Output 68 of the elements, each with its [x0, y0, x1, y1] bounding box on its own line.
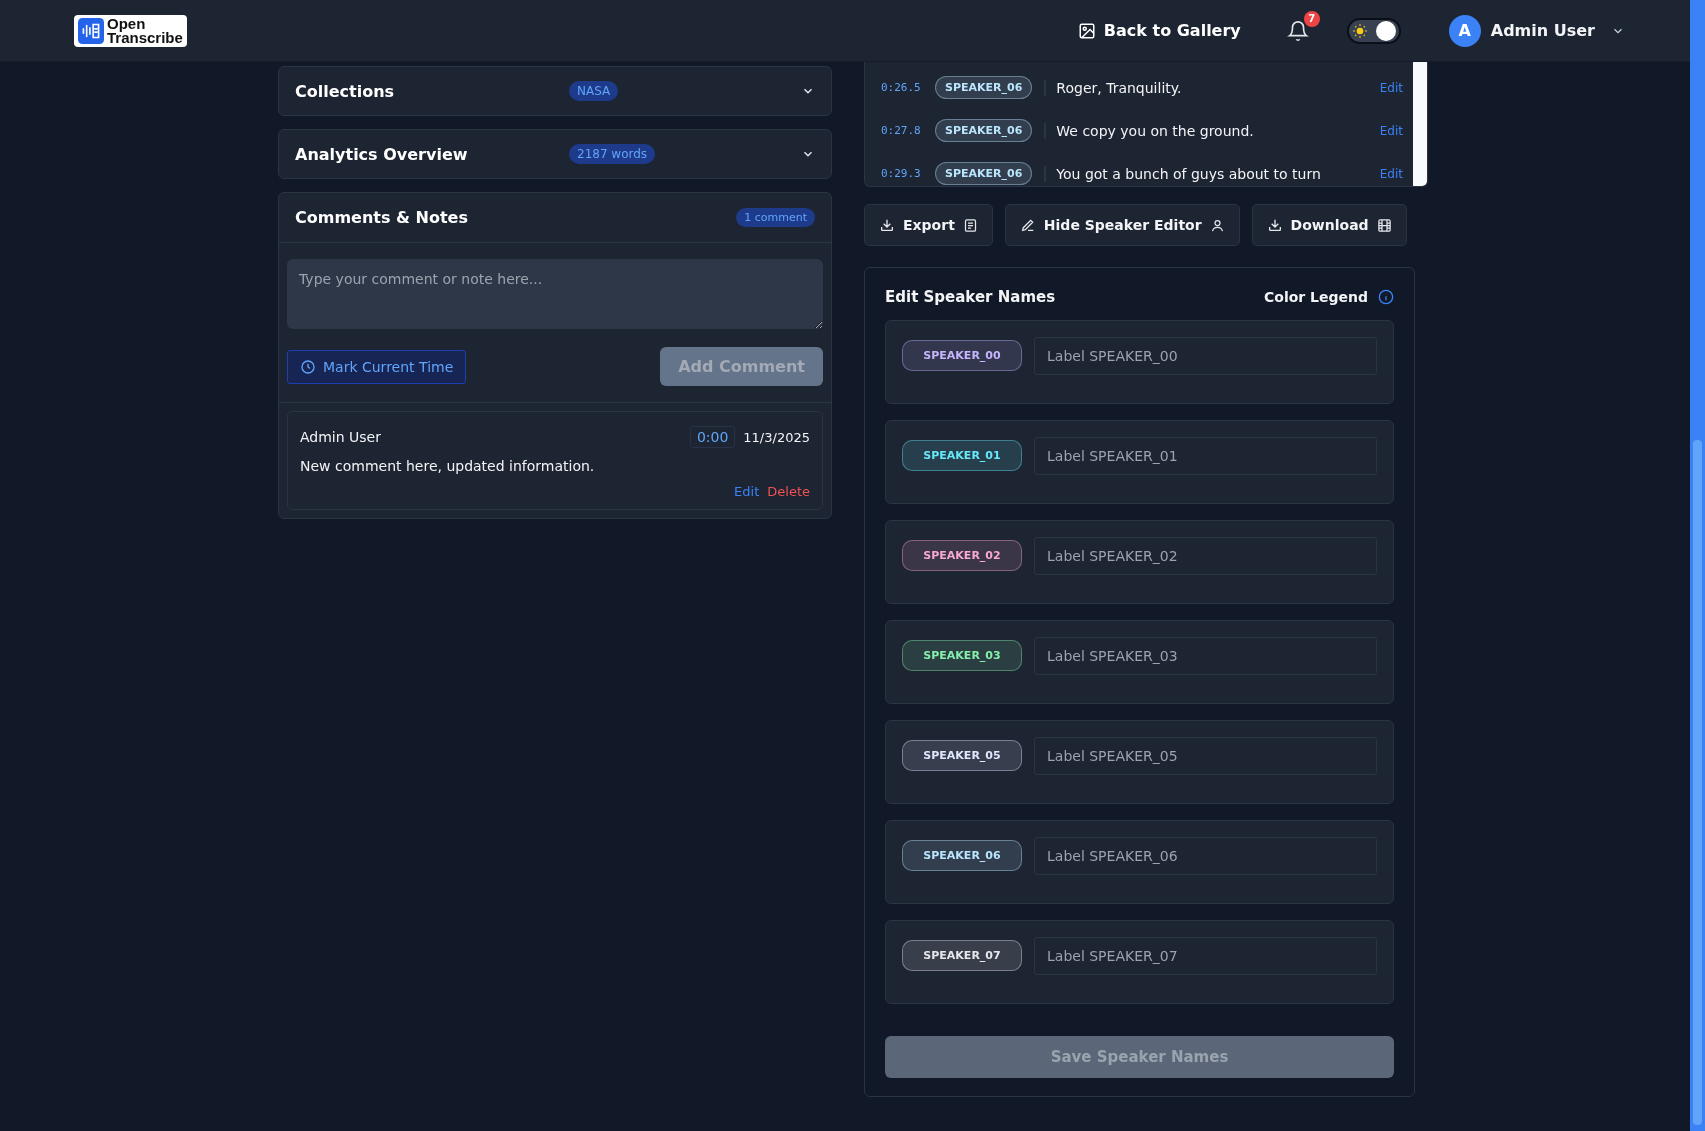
logo[interactable]: Open Transcribe: [74, 14, 187, 47]
logo-text: Open: [107, 16, 147, 31]
comment-timestamp[interactable]: 0:00: [689, 426, 736, 448]
notification-count: 7: [1303, 10, 1320, 27]
speaker-label-field[interactable]: Label SPEAKER_01: [1034, 437, 1377, 475]
speaker-tag: SPEAKER_03: [902, 640, 1022, 671]
collapsible-section[interactable]: Collections NASA: [278, 66, 832, 116]
speaker-tag: SPEAKER_05: [902, 740, 1022, 771]
download-icon: [1266, 217, 1283, 233]
section-badge: NASA: [569, 81, 619, 101]
segment-timestamp[interactable]: 0:27.8: [881, 124, 935, 137]
segment-timestamp[interactable]: 0:26.5: [881, 81, 935, 94]
speaker-tag: SPEAKER_06: [935, 76, 1033, 99]
scrollbar[interactable]: [1413, 62, 1427, 186]
color-legend-label: Color Legend: [1264, 289, 1368, 305]
segment-timestamp[interactable]: 0:29.3: [881, 167, 935, 180]
theme-toggle[interactable]: [1346, 17, 1401, 44]
edit-link[interactable]: Edit: [1367, 166, 1403, 181]
pencil-icon: [1019, 217, 1036, 233]
speaker-label-field[interactable]: Label SPEAKER_05: [1034, 737, 1377, 775]
speaker-tag: SPEAKER_06: [935, 162, 1033, 185]
image-icon: [1077, 21, 1096, 40]
speaker-tag: SPEAKER_07: [902, 940, 1022, 971]
film-icon: [1376, 217, 1392, 233]
comment-date: 11/3/2025: [743, 429, 810, 445]
info-icon[interactable]: [1378, 289, 1394, 305]
section-badge: 2187 words: [569, 144, 656, 164]
comment-count-badge: 1 comment: [736, 208, 815, 227]
scrollbar[interactable]: [1690, 0, 1705, 1131]
speaker-tag: SPEAKER_00: [902, 340, 1022, 371]
collapsible-section[interactable]: Analytics Overview 2187 words: [278, 129, 832, 179]
speaker-label-field[interactable]: Label SPEAKER_07: [1034, 937, 1377, 975]
action-button[interactable]: Download: [1251, 204, 1407, 246]
action-button[interactable]: Hide Speaker Editor: [1004, 204, 1240, 246]
notification-bell-icon[interactable]: [1286, 19, 1309, 42]
segment-text: You got a bunch of guys about to turn: [1044, 165, 1367, 182]
back-to-gallery-link[interactable]: Back to Gallery: [1077, 21, 1241, 40]
section-title: Collections: [295, 81, 396, 101]
document-icon: [962, 217, 978, 233]
speaker-label-field[interactable]: Label SPEAKER_06: [1034, 837, 1377, 875]
sun-icon: [1351, 22, 1368, 39]
panel-title: Edit Speaker Names: [885, 288, 1057, 306]
download-icon: [879, 217, 895, 233]
speaker-label-field[interactable]: Label SPEAKER_02: [1034, 537, 1377, 575]
user-icon: [1209, 217, 1225, 233]
edit-link[interactable]: Edit: [1367, 80, 1403, 95]
mark-current-time-button[interactable]: Mark Current Time: [287, 349, 467, 384]
segment-text: We copy you on the ground.: [1044, 122, 1367, 139]
speaker-label-field[interactable]: Label SPEAKER_03: [1034, 637, 1377, 675]
action-button[interactable]: Export: [864, 204, 993, 246]
user-menu[interactable]: A Admin User: [1448, 14, 1625, 47]
segment-text: Roger, Tranquility.: [1044, 79, 1367, 96]
speaker-tag: SPEAKER_06: [902, 840, 1022, 871]
speaker-label-field[interactable]: Label SPEAKER_00: [1034, 337, 1377, 375]
speaker-tag: SPEAKER_06: [935, 119, 1033, 142]
comment-input-field[interactable]: Type your comment or note here...: [287, 259, 823, 329]
edit-link[interactable]: Edit: [734, 484, 760, 499]
comment-author: Admin User: [300, 429, 382, 445]
clock-icon: [300, 358, 316, 375]
user-avatar: A: [1448, 14, 1481, 47]
waveform-icon: [78, 17, 104, 44]
delete-link[interactable]: Delete: [767, 484, 810, 499]
section-title: Comments & Notes: [295, 208, 469, 227]
edit-link[interactable]: Edit: [1367, 123, 1403, 138]
comment-text: New comment here, updated information.: [300, 458, 596, 474]
speaker-tag: SPEAKER_02: [902, 540, 1022, 571]
section-title: Analytics Overview: [295, 144, 469, 164]
speaker-tag: SPEAKER_01: [902, 440, 1022, 471]
